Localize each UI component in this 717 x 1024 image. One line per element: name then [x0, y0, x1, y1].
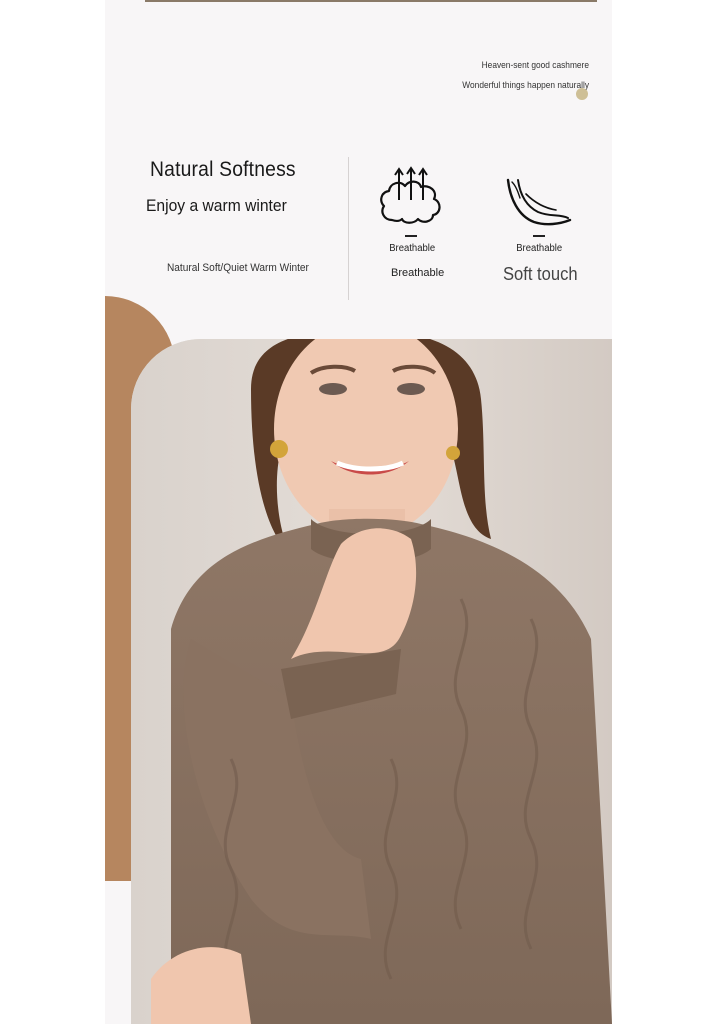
icon-caption-1: Breathable	[391, 267, 445, 279]
vertical-divider	[348, 157, 349, 300]
tagline-1: Heaven-sent good cashmere	[481, 60, 589, 71]
cloud-arrows-icon	[378, 164, 444, 226]
product-photo	[131, 339, 612, 1024]
icon-dash-1	[405, 235, 417, 237]
model-illustration	[131, 339, 612, 1024]
feather-icon	[504, 176, 574, 230]
top-divider	[145, 0, 597, 2]
icon-caption-2: Soft touch	[503, 264, 578, 284]
icon-dash-2	[533, 235, 545, 237]
decorative-dot	[576, 88, 588, 100]
tagline-2: Wonderful things happen naturally	[462, 80, 589, 91]
feature-subtitle: Enjoy a warm winter	[146, 196, 287, 215]
icon-label-2: Breathable	[516, 243, 563, 254]
icon-label-1: Breathable	[389, 243, 436, 254]
feature-title: Natural Softness	[150, 158, 296, 181]
feature-caption: Natural Soft/Quiet Warm Winter	[167, 262, 309, 274]
